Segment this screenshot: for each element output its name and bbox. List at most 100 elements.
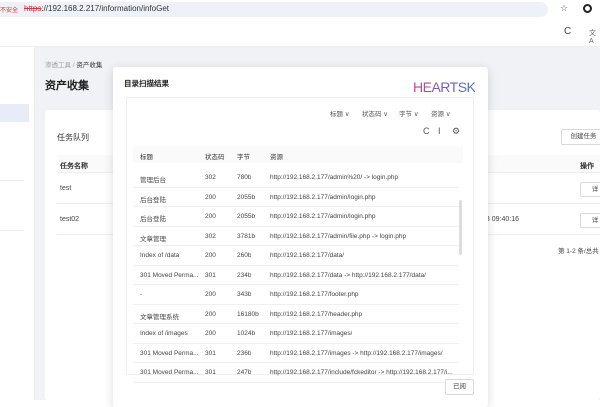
sidebar <box>0 47 35 400</box>
breadcrumb-current: 资产收集 <box>76 62 103 69</box>
cell-title: 301 Moved Perma... <box>140 271 199 279</box>
filter-status[interactable]: 状态码 ∨ <box>362 108 388 118</box>
breadcrumb: 渗透工具 / 资产收集 <box>45 62 103 69</box>
settings-icon[interactable]: ⚙ <box>452 126 460 137</box>
cell-resource: http://192.168.2.177/admin%20/ -> login.… <box>270 174 399 181</box>
filter-label: 状态码 <box>362 111 382 118</box>
translate-icon[interactable]: 文A <box>589 28 600 45</box>
cell-status: 302 <box>205 174 216 181</box>
cell-bytes: 234b <box>237 271 252 279</box>
task-queue-title: 任务队列 <box>57 133 89 142</box>
cell-bytes: 236b <box>237 349 252 357</box>
cell-title: - <box>140 291 143 298</box>
cell-bytes: 780b <box>237 174 252 181</box>
cell-status: 200 <box>205 310 216 318</box>
cell-title: 文章管理系统 <box>140 313 179 321</box>
result-row: 301 Moved Perma... 301 247b http://192.168.… <box>133 363 459 383</box>
cell-title: 管理后台 <box>140 177 166 184</box>
filter-resource[interactable]: 资源 ∨ <box>431 108 451 118</box>
cell-resource: http://192.168.2.177/admin/file.php -> l… <box>270 232 407 240</box>
filter-label: 字节 <box>399 111 412 118</box>
cell-bytes: 343b <box>237 291 252 298</box>
cell-title: 后台登陆 <box>140 216 166 223</box>
result-row: Index of /data 200 260b http://192.168.2.17… <box>133 246 459 266</box>
cell-resource: http://192.168.2.177/footer.php <box>270 291 359 298</box>
insecure-badge[interactable]: 不安全 <box>0 5 18 14</box>
cell-title: Index of /images <box>140 330 188 337</box>
task-name: test02 <box>60 216 80 223</box>
cell-bytes: 3781b <box>237 232 256 240</box>
cell-title: 文章管理 <box>140 235 166 243</box>
cell-title: 后台登陆 <box>140 196 166 204</box>
filter-label: 资源 <box>431 111 444 118</box>
cell-status: 301 <box>205 271 216 279</box>
cell-status: 200 <box>205 193 216 201</box>
col-title: 标题 <box>140 154 153 161</box>
cell-status: 302 <box>205 232 216 240</box>
cell-resource: http://192.168.2.177/header.php <box>270 310 363 318</box>
modal-title: 目录扫描结果 <box>124 79 169 88</box>
cell-resource: http://192.168.2.177/include/fckeditor -… <box>270 369 453 376</box>
reload-icon[interactable]: C <box>564 26 571 37</box>
cell-resource: http://192.168.2.177/images -> http://19… <box>270 349 443 357</box>
cell-resource: http://192.168.2.177/admin/login.php <box>270 193 376 201</box>
divider <box>0 230 24 231</box>
page-title: 资产收集 <box>45 80 89 92</box>
col-task-name: 任务名称 <box>60 163 88 170</box>
detail-button[interactable]: 详 <box>580 213 600 228</box>
breadcrumb-parent[interactable]: 渗透工具 <box>45 62 71 69</box>
divider <box>0 180 24 181</box>
result-row: 后台登陆 200 2055b http://192.168.2.177/admin/l… <box>133 207 459 227</box>
result-table-header: 标题 状态码 字节 资源 <box>133 146 463 163</box>
result-row: 文章管理系统 200 16180b http://192.168.2.177/head… <box>133 305 459 324</box>
url-text[interactable]: https://192.168.2.217/information/infoGe… <box>24 4 169 13</box>
detail-button[interactable]: 详 <box>580 182 600 197</box>
app-toolbar: C 文A <box>0 19 600 47</box>
result-row: 后台登陆 200 2055b http://192.168.2.177/admin/l… <box>133 188 459 207</box>
cell-resource: http://192.168.2.177/images/ <box>270 330 353 337</box>
refresh-icon[interactable]: C <box>423 126 430 136</box>
cell-title: Index of /data <box>140 252 180 259</box>
cell-bytes: 1024b <box>237 330 256 337</box>
col-action: 操作 <box>580 163 594 170</box>
scrollbar[interactable] <box>459 200 462 255</box>
url-path: ://192.168.2.217/information/infoGet <box>41 4 169 13</box>
cell-status: 200 <box>205 213 216 220</box>
filter-label: 标题 <box>330 111 343 118</box>
cell-resource: http://192.168.2.177/admin/login.php <box>270 213 376 220</box>
col-resource: 资源 <box>270 154 283 161</box>
cell-status: 200 <box>205 252 216 259</box>
cell-bytes: 16180b <box>237 310 259 318</box>
cell-resource: http://192.168.2.177/data/ <box>270 252 345 259</box>
density-icon[interactable]: I <box>438 126 441 136</box>
filter-title[interactable]: 标题 ∨ <box>330 108 350 118</box>
cell-status: 200 <box>205 330 216 337</box>
cell-status: 301 <box>205 349 216 357</box>
address-bar: 不安全 https://192.168.2.217/information/in… <box>0 0 600 19</box>
cell-resource: http://192.168.2.177/data -> http://192.… <box>270 271 426 279</box>
result-row: 管理后台 302 780b http://192.168.2.177/admin%20… <box>133 168 459 188</box>
cell-bytes: 2055b <box>237 193 256 201</box>
star-icon[interactable]: ☆ <box>560 3 568 14</box>
result-row: - 200 343b http://192.168.2.177/footer.php <box>133 285 459 305</box>
result-row: 301 Moved Perma... 301 236b http://192.168.… <box>133 344 459 363</box>
heartsk-logo: HEARTSK <box>413 79 476 95</box>
cell-status: 301 <box>205 369 216 376</box>
url-scheme: https <box>24 4 42 13</box>
result-row: 文章管理 302 3781b http://192.168.2.177/admin/f… <box>133 227 459 246</box>
sidebar-item-selected[interactable] <box>0 104 29 122</box>
cell-bytes: 2055b <box>237 213 256 220</box>
extension-icon[interactable] <box>583 4 592 13</box>
result-row: Index of /images 200 1024b http://192.168.2… <box>133 324 459 344</box>
filter-bytes[interactable]: 字节 ∨ <box>399 108 419 118</box>
cell-bytes: 247b <box>237 369 252 376</box>
task-name: test <box>60 185 72 192</box>
cell-status: 200 <box>205 291 216 298</box>
mark-read-button[interactable]: 已阅 <box>445 379 474 395</box>
result-row: 301 Moved Perma... 301 234b http://192.168.… <box>133 266 459 285</box>
cell-title: 301 Moved Perma... <box>140 349 199 357</box>
pagination-info: 第 1-2 条/总共 <box>558 248 599 255</box>
cell-title: 301 Moved Perma... <box>140 369 199 376</box>
col-bytes: 字节 <box>237 154 250 161</box>
create-task-button[interactable]: 创建任务 <box>561 129 600 145</box>
